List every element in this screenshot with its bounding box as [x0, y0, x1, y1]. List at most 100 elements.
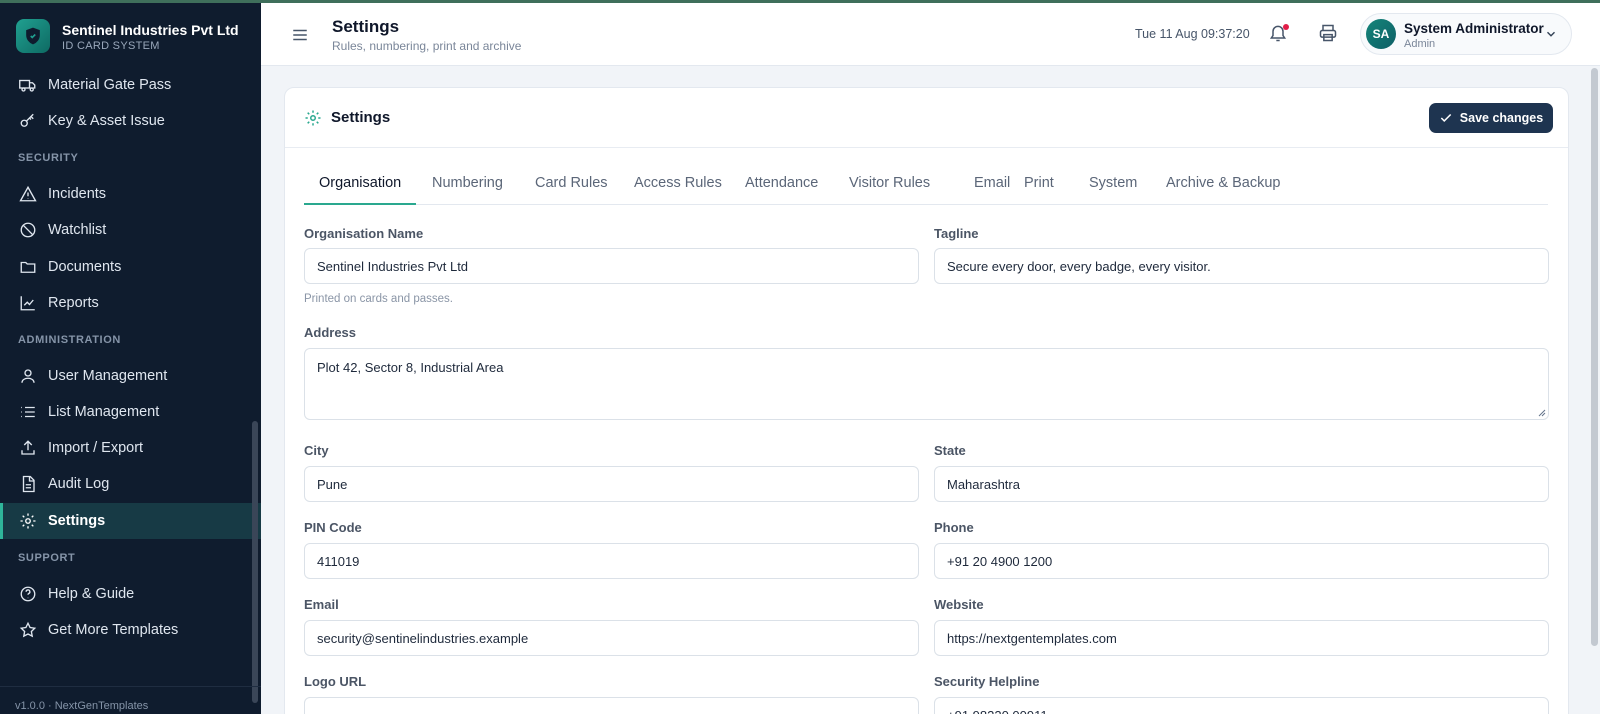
sidebar-item-documents[interactable]: Documents [0, 249, 261, 285]
sidebar-item-label: List Management [48, 404, 160, 420]
sidebar-item-audit-log[interactable]: Audit Log [0, 466, 261, 502]
shield-logo-icon [16, 19, 50, 53]
save-changes-label: Save changes [1459, 111, 1544, 125]
key-icon [19, 112, 37, 130]
section-security: SECURITY [18, 152, 79, 164]
city-input[interactable]: Pune [304, 466, 919, 502]
gear-icon [304, 109, 322, 127]
sidebar-scrollbar[interactable] [252, 421, 258, 703]
hamburger-menu-icon[interactable] [289, 24, 311, 46]
user-icon [19, 367, 37, 385]
sidebar-item-key-asset-issue[interactable]: Key & Asset Issue [0, 103, 261, 139]
card-title: Settings [331, 109, 391, 126]
helpline-label: Security Helpline [934, 674, 1040, 689]
website-input[interactable]: https://nextgentemplates.com [934, 620, 1549, 656]
sidebar-item-material-gate-pass[interactable]: Material Gate Pass [0, 67, 261, 103]
printer-icon[interactable] [1318, 23, 1340, 45]
phone-label: Phone [934, 520, 974, 535]
sidebar-item-label: Reports [48, 295, 99, 311]
user-name: System Administrator [1404, 21, 1544, 36]
address-value: Plot 42, Sector 8, Industrial Area [317, 360, 504, 375]
website-label: Website [934, 597, 984, 612]
tab-numbering[interactable]: Numbering [417, 173, 518, 205]
sidebar-item-list-management[interactable]: List Management [0, 394, 261, 430]
top-accent-line [0, 0, 1600, 3]
state-input[interactable]: Maharashtra [934, 466, 1549, 502]
email-label: Email [304, 597, 339, 612]
city-label: City [304, 443, 329, 458]
sidebar-item-user-management[interactable]: User Management [0, 358, 261, 394]
sidebar-item-help-guide[interactable]: Help & Guide [0, 576, 261, 612]
tab-organisation[interactable]: Organisation [304, 173, 417, 205]
sidebar-item-reports[interactable]: Reports [0, 285, 261, 321]
org-name-label: Organisation Name [304, 226, 424, 241]
address-textarea[interactable]: Plot 42, Sector 8, Industrial Area [304, 348, 1549, 420]
sidebar-item-import-export[interactable]: Import / Export [0, 430, 261, 466]
tab-print[interactable]: Print [1009, 173, 1069, 205]
sidebar-divider [0, 686, 261, 687]
tagline-label: Tagline [934, 226, 979, 241]
brand-name: Sentinel Industries Pvt Ltd [62, 22, 239, 38]
helpline-input[interactable]: +91 98220 00911 [934, 697, 1549, 714]
resize-handle-icon[interactable] [1538, 409, 1546, 417]
save-changes-button[interactable]: Save changes [1429, 103, 1553, 133]
tab-system[interactable]: System [1074, 173, 1152, 205]
sidebar-item-label: Import / Export [48, 440, 144, 456]
sidebar-item-label: Help & Guide [48, 586, 135, 602]
sidebar-item-settings[interactable]: Settings [0, 503, 261, 539]
org-name-hint: Printed on cards and passes. [304, 293, 453, 305]
sidebar: Sentinel Industries Pvt Ltd ID CARD SYST… [0, 3, 261, 714]
pin-label: PIN Code [304, 520, 362, 535]
current-datetime: Tue 11 Aug 09:37:20 [1135, 27, 1250, 41]
gear-icon [19, 512, 37, 530]
check-icon [1440, 113, 1451, 122]
page-subtitle: Rules, numbering, print and archive [332, 39, 522, 53]
state-label: State [934, 443, 966, 458]
logo-url-label: Logo URL [304, 674, 367, 689]
sidebar-item-label: Key & Asset Issue [48, 113, 165, 129]
main-scrollbar[interactable] [1591, 68, 1598, 646]
logo-url-input[interactable] [304, 697, 919, 714]
brand[interactable]: Sentinel Industries Pvt Ltd ID CARD SYST… [16, 17, 251, 57]
line-chart-icon [19, 294, 37, 312]
sidebar-item-label: Watchlist [48, 222, 107, 238]
sidebar-item-watchlist[interactable]: Watchlist [0, 212, 261, 248]
version-label: v1.0.0 · NextGenTemplates [15, 700, 149, 712]
ban-icon [19, 221, 37, 239]
star-icon [19, 621, 37, 639]
section-administration: ADMINISTRATION [18, 334, 121, 346]
tab-archive-backup[interactable]: Archive & Backup [1151, 173, 1295, 205]
alert-triangle-icon [19, 185, 37, 203]
help-circle-icon [19, 585, 37, 603]
sidebar-item-get-more-templates[interactable]: Get More Templates [0, 612, 261, 648]
tab-visitor-rules[interactable]: Visitor Rules [834, 173, 945, 205]
tab-access-rules[interactable]: Access Rules [619, 173, 737, 205]
page-title: Settings [332, 17, 400, 36]
settings-card: Settings Save changes Organisation Numbe… [284, 87, 1569, 714]
phone-input[interactable]: +91 20 4900 1200 [934, 543, 1549, 579]
user-menu[interactable]: SA System Administrator Admin [1360, 13, 1572, 55]
sidebar-item-label: Material Gate Pass [48, 77, 172, 93]
pin-input[interactable]: 411019 [304, 543, 919, 579]
address-label: Address [304, 325, 357, 340]
upload-icon [19, 439, 37, 457]
tab-attendance[interactable]: Attendance [730, 173, 833, 205]
sidebar-item-label: User Management [48, 368, 168, 384]
card-header: Settings Save changes [285, 88, 1568, 148]
sidebar-item-label: Audit Log [48, 476, 110, 492]
list-icon [19, 403, 37, 421]
tagline-input[interactable]: Secure every door, every badge, every vi… [934, 248, 1549, 284]
chevron-down-icon [1544, 27, 1558, 41]
avatar: SA [1366, 19, 1396, 49]
sidebar-item-label: Documents [48, 259, 122, 275]
tab-card-rules[interactable]: Card Rules [520, 173, 623, 205]
user-role: Admin [1404, 38, 1436, 50]
folder-icon [19, 258, 37, 276]
truck-icon [19, 76, 37, 94]
section-support: SUPPORT [18, 552, 76, 564]
sidebar-item-incidents[interactable]: Incidents [0, 176, 261, 212]
notification-dot [1283, 24, 1289, 30]
email-input[interactable]: security@sentinelindustries.example [304, 620, 919, 656]
org-name-input[interactable]: Sentinel Industries Pvt Ltd [304, 248, 919, 284]
settings-tabs: Organisation Numbering Card Rules Access… [304, 173, 1548, 205]
